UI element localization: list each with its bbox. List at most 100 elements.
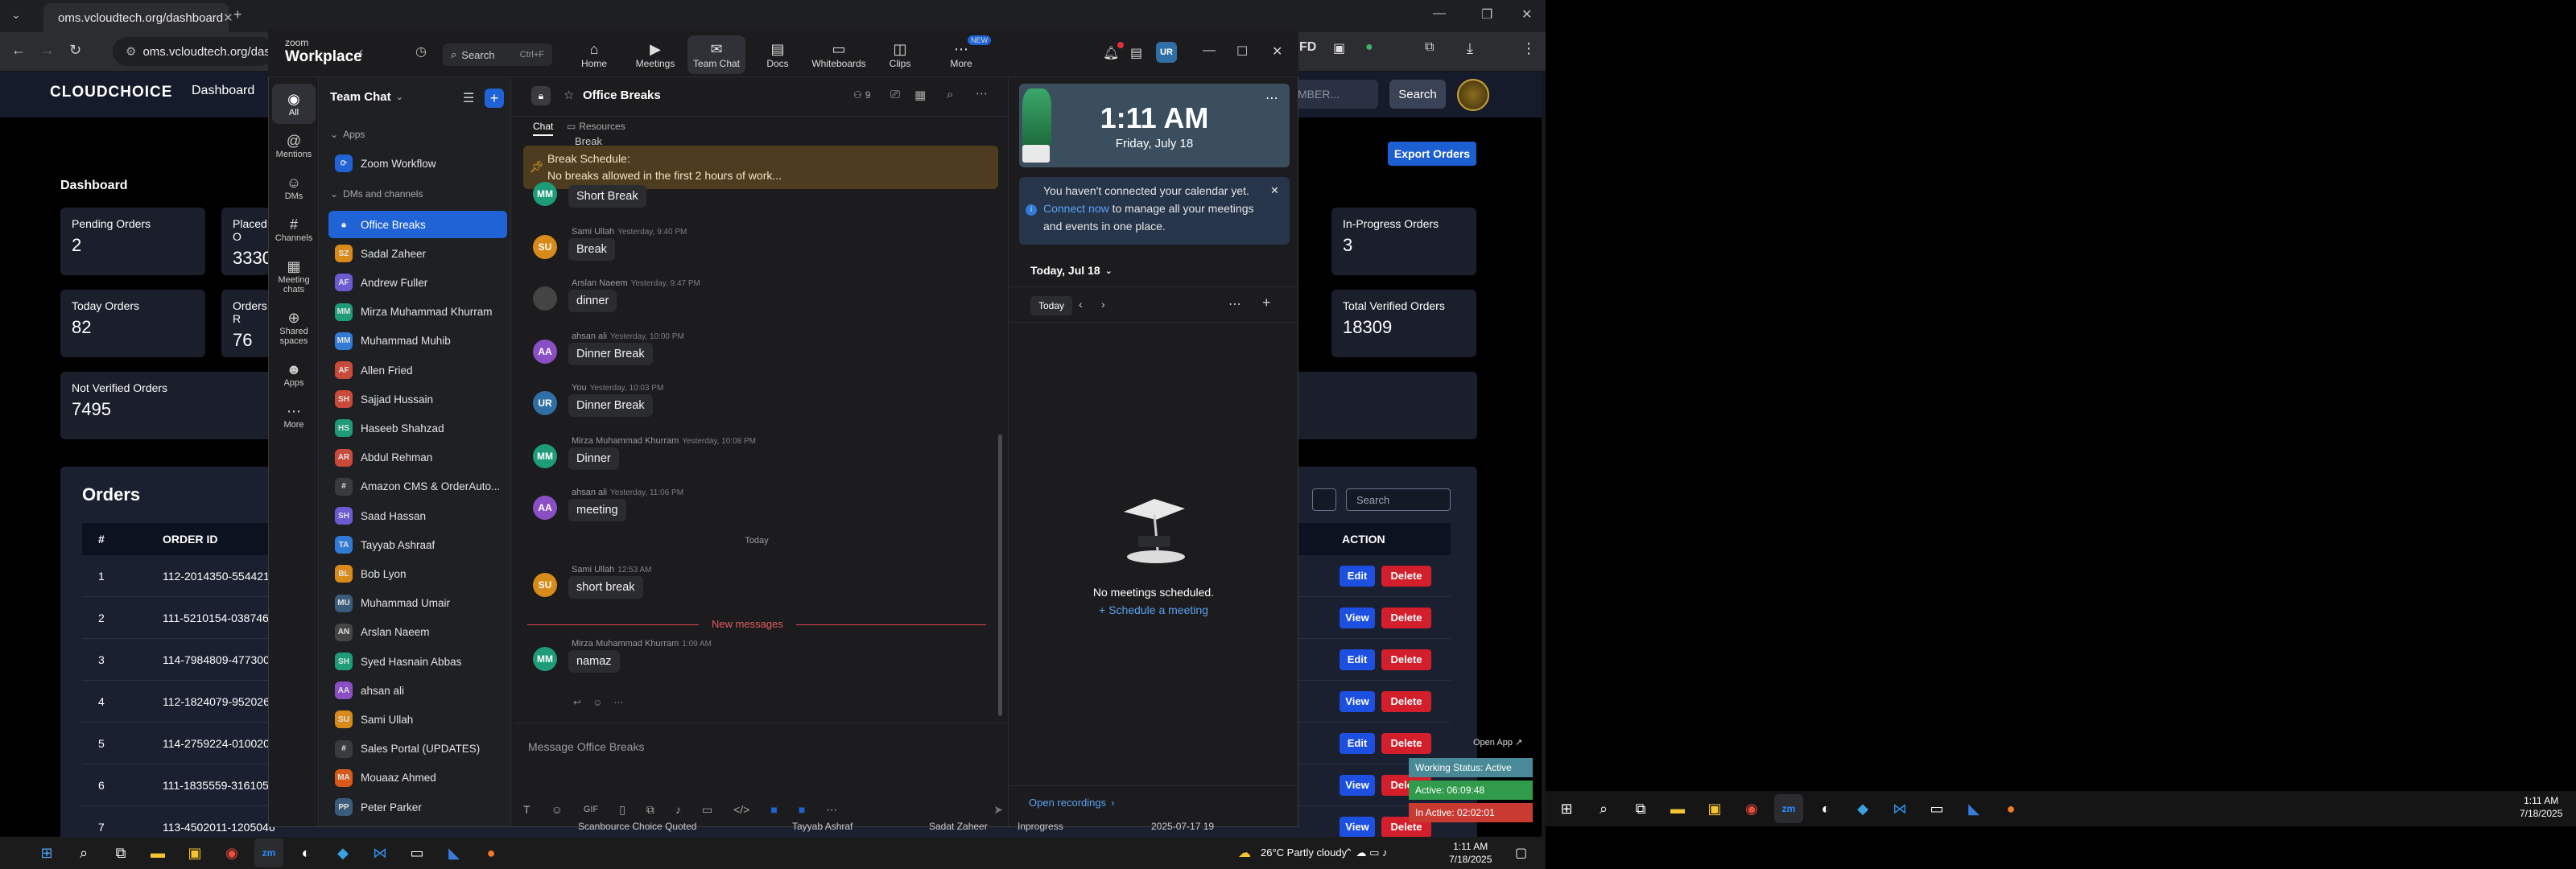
view-button[interactable]: View [1340, 816, 1375, 838]
zoom-minimize-icon[interactable]: — [1203, 43, 1216, 58]
url-bar[interactable]: ⚙ oms.vcloudtech.org/dashbo [113, 37, 291, 66]
cal-more-icon[interactable]: ⋯ [1228, 296, 1241, 312]
rail-channels[interactable]: # Channels [272, 209, 316, 249]
star-icon[interactable]: ☆ [564, 88, 574, 102]
orders-filter-select[interactable] [1312, 488, 1336, 511]
edit-button[interactable]: Edit [1340, 732, 1375, 754]
contact-item[interactable]: SH Syed Hasnain Abbas [328, 648, 507, 675]
postman-icon[interactable]: ● [1996, 794, 2025, 823]
edit-button[interactable]: Edit [1340, 565, 1375, 587]
rail-mentions[interactable]: @ Mentions [272, 126, 316, 166]
app-circle-icon[interactable]: ◐ [1811, 794, 1840, 823]
second-taskbar-clock[interactable]: 1:11 AM 7/18/2025 [2520, 794, 2562, 820]
export-orders-button[interactable]: Export Orders [1388, 142, 1476, 166]
whats-new-icon[interactable]: ▤ [1130, 45, 1142, 61]
chat-scrollbar[interactable] [998, 434, 1002, 716]
store-icon[interactable]: ▣ [1700, 794, 1729, 823]
next-day-icon[interactable]: › [1101, 298, 1105, 311]
app-circle-icon[interactable]: ◐ [291, 838, 320, 867]
stat-card-orders-r[interactable]: Orders R 76 [221, 290, 270, 357]
profile-fd-icon[interactable]: FD [1299, 40, 1316, 55]
zoom-history-icon[interactable]: ◷ [415, 43, 427, 60]
download-icon[interactable]: ⤓ [1467, 40, 1473, 57]
site-info-icon[interactable]: ⚙ [126, 44, 136, 59]
sender-avatar[interactable]: UR [533, 391, 557, 415]
contact-item[interactable]: SH Saad Hassan [328, 502, 507, 529]
topnav-docs[interactable]: ▤ Docs [749, 35, 807, 74]
edit-button[interactable]: Edit [1340, 649, 1375, 670]
topnav-team-chat[interactable]: ✉ Team Chat [687, 35, 745, 74]
task-view-icon[interactable]: ⧉ [106, 838, 135, 867]
user-avatar[interactable] [1457, 79, 1489, 111]
send-icon[interactable]: ➤ [993, 803, 1003, 817]
emoji-icon[interactable]: ☺ [551, 803, 563, 816]
taskbar-clock[interactable]: 1:11 AM 7/18/2025 [1449, 840, 1492, 866]
chrome-icon[interactable]: ◉ [217, 838, 246, 867]
zoom-taskbar-icon[interactable]: zm [254, 838, 283, 867]
terminal-icon[interactable]: ▭ [402, 838, 431, 867]
filter-icon[interactable]: ☰ [463, 90, 474, 106]
calendar-icon[interactable]: ▦ [914, 88, 926, 102]
contact-item[interactable]: SH Sajjad Hussain [328, 385, 507, 413]
tab-chat[interactable]: Chat [533, 121, 554, 136]
contact-item[interactable]: AA ahsan ali [328, 677, 507, 704]
compose-new-icon[interactable]: + [485, 89, 504, 108]
app-a-icon[interactable]: ■ [770, 803, 777, 816]
rail-shared-spaces[interactable]: ⊕ Shared spaces [272, 303, 316, 352]
zoom-search-input[interactable]: ⌕ Search Ctrl+F [443, 43, 552, 66]
postman-icon[interactable]: ● [477, 838, 506, 867]
sender-name[interactable]: Sami Ullah [572, 565, 614, 575]
extension-icon[interactable]: ▣ [1333, 40, 1345, 56]
search-icon[interactable]: ⌕ [69, 838, 98, 867]
task-view-icon[interactable]: ⧉ [1626, 794, 1655, 823]
reload-icon[interactable]: ↻ [69, 42, 81, 59]
sender-name[interactable]: Sami Ullah [572, 227, 614, 237]
start-icon[interactable]: ⊞ [32, 838, 61, 867]
contact-item[interactable]: AF Andrew Fuller [328, 269, 507, 296]
close-window-icon[interactable]: ✕ [1521, 6, 1532, 23]
rail-apps[interactable]: ☻ Apps [272, 354, 316, 394]
contact-item[interactable]: MM Muhammad Muhib [328, 327, 507, 355]
maximize-icon[interactable]: ❐ [1481, 6, 1492, 23]
row-order-id[interactable]: 111-5210154-0387464 [163, 612, 275, 624]
view-button[interactable]: View [1340, 774, 1375, 796]
zoom-maximize-icon[interactable]: ☐ [1236, 43, 1248, 60]
sender-name[interactable]: You [572, 383, 587, 393]
weather-text[interactable]: 26°C Partly cloudy [1261, 846, 1347, 859]
file-explorer-icon[interactable]: ▬ [143, 838, 172, 867]
terminal-icon[interactable]: ▭ [1922, 794, 1951, 823]
rail-meeting-chats[interactable]: ▦ Meeting chats [272, 251, 316, 301]
sender-name[interactable]: Mirza Muhammad Khurram [572, 639, 679, 649]
more-actions-icon[interactable]: ⋯ [613, 697, 623, 708]
app-zoom-workflow[interactable]: ⟳ Zoom Workflow [328, 150, 507, 177]
app-shape-icon[interactable]: ◆ [328, 838, 357, 867]
topnav-more[interactable]: ⋯ More NEW [932, 35, 991, 74]
open-app-link[interactable]: Open App ↗ [1473, 737, 1522, 748]
stat-card-today[interactable]: Today Orders 82 [60, 290, 205, 357]
extension-shield-icon[interactable]: ● [1365, 40, 1373, 55]
view-button[interactable]: View [1340, 690, 1375, 712]
composer-more-icon[interactable]: ⋯ [826, 803, 837, 817]
contact-item[interactable]: AN Arslan Naeem [328, 619, 507, 646]
contact-item[interactable]: MU Muhammad Umair [328, 590, 507, 617]
topnav-whiteboards[interactable]: ▭ Whiteboards [810, 35, 868, 74]
sender-name[interactable]: ahsan ali [572, 332, 607, 341]
clock-more-icon[interactable]: ⋯ [1265, 90, 1278, 106]
search-icon[interactable]: ⌕ [1589, 794, 1618, 823]
app-logo[interactable]: CLOUDCHOICE [50, 84, 172, 101]
contact-item[interactable]: SZ Sadal Zaheer [328, 240, 507, 267]
reply-icon[interactable]: ↩ [573, 697, 581, 708]
gif-icon[interactable]: GIF [584, 805, 598, 814]
app-shape-icon[interactable]: ◆ [1848, 794, 1877, 823]
chrome-icon[interactable]: ◉ [1737, 794, 1766, 823]
store-icon[interactable]: ▣ [180, 838, 209, 867]
contact-item[interactable]: TA Tayyab Ashraaf [328, 531, 507, 558]
contact-item[interactable]: AR Abdul Rehman [328, 444, 507, 472]
pinned-banner[interactable]: 📌︎ Break Schedule: No breaks allowed in … [523, 146, 998, 189]
sender-avatar[interactable]: SU [533, 235, 557, 259]
prev-day-icon[interactable]: ‹ [1079, 298, 1083, 311]
row-order-id[interactable]: 112-1824079-9520262 [163, 695, 276, 708]
channel-title[interactable]: Office Breaks [583, 89, 661, 102]
contact-item[interactable]: SU Sami Ullah [328, 706, 507, 733]
app-b-icon[interactable]: ■ [799, 803, 805, 816]
